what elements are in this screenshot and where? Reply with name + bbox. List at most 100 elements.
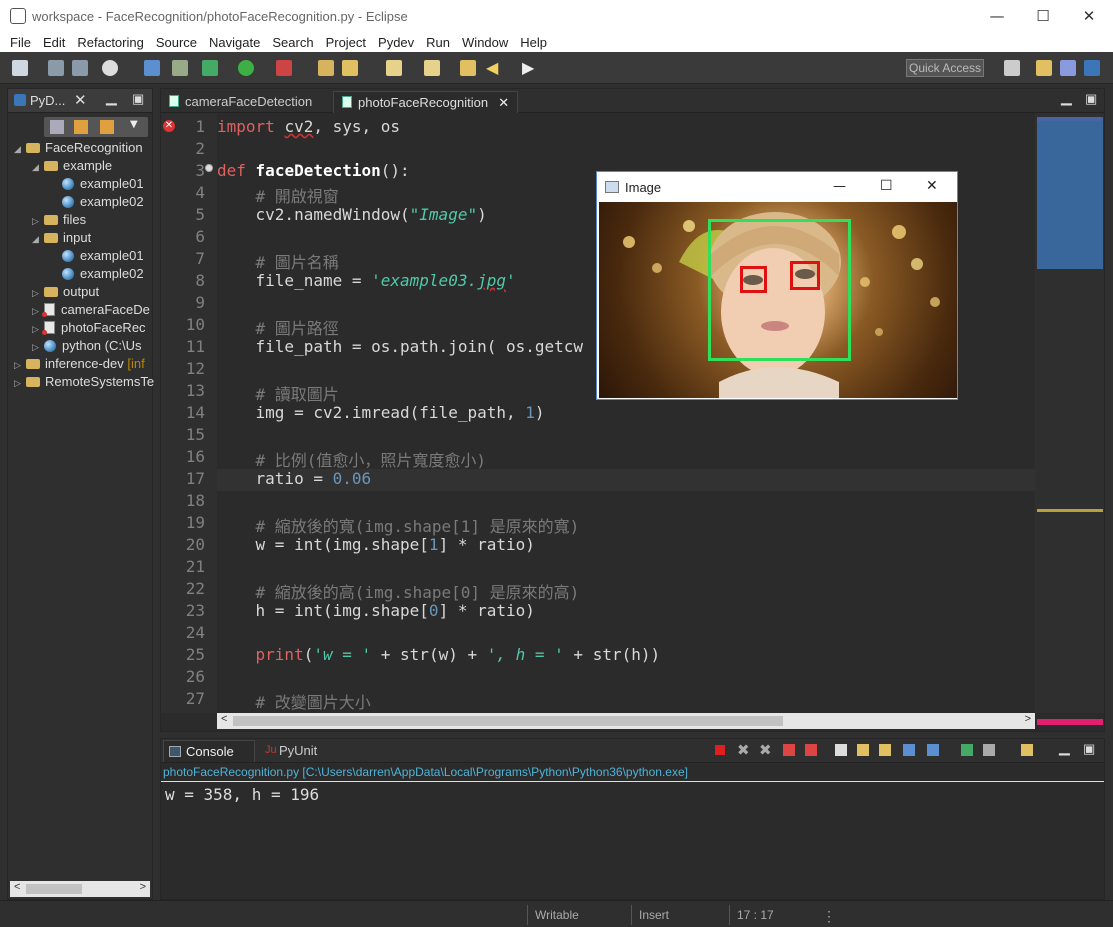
display-console-icon[interactable] [927, 744, 939, 756]
open-folder-icon[interactable] [318, 60, 334, 76]
tree-item[interactable]: ▷ cameraFaceDe [32, 301, 150, 319]
word-wrap-icon[interactable] [835, 744, 847, 756]
scroll-thumb[interactable] [26, 884, 82, 894]
console-icon[interactable] [144, 60, 160, 76]
quick-access-field[interactable]: Quick Access [906, 59, 984, 77]
close-button[interactable]: ✕ [1066, 0, 1112, 32]
next-icon[interactable] [100, 120, 114, 134]
editor-hscrollbar[interactable]: < > [217, 713, 1035, 729]
menu-run[interactable]: Run [426, 35, 450, 50]
menu-navigate[interactable]: Navigate [209, 35, 260, 50]
open-console-icon[interactable] [961, 744, 973, 756]
code-line[interactable]: # 圖片路徑 [217, 315, 339, 339]
overview-ruler[interactable] [1035, 113, 1104, 725]
clear-console-icon[interactable] [783, 744, 795, 756]
maximize-view-icon[interactable]: ▣ [132, 91, 144, 107]
tree-item[interactable]: ▷ files [32, 211, 86, 229]
link-editor-icon[interactable] [74, 120, 88, 134]
pen-icon[interactable] [342, 60, 358, 76]
tree-item[interactable]: ▷ python (C:\Us [32, 337, 141, 355]
tree-item[interactable]: example01 [50, 247, 144, 265]
tree-item[interactable]: ▷ output [32, 283, 99, 301]
editor-tab[interactable]: photoFaceRecognition ✕ [333, 91, 519, 113]
code-line[interactable]: # 縮放後的寬(img.shape[1] 是原來的寬) [217, 513, 580, 537]
expanded-arrow-icon[interactable]: ◢ [32, 159, 44, 175]
back-arrow-icon[interactable]: ◀ [486, 60, 502, 76]
menu-refactoring[interactable]: Refactoring [77, 35, 143, 50]
show-stdout-icon[interactable] [857, 744, 869, 756]
tree-item[interactable]: ◢ input [32, 229, 91, 247]
menu-pydev[interactable]: Pydev [378, 35, 414, 50]
scroll-right-icon[interactable]: > [1025, 713, 1031, 725]
close-tab-icon[interactable]: ✕ [494, 96, 509, 111]
expanded-arrow-icon[interactable]: ◢ [32, 231, 44, 247]
collapsed-arrow-icon[interactable]: ▷ [14, 375, 26, 391]
collapsed-arrow-icon[interactable]: ▷ [32, 339, 44, 355]
tree-item[interactable]: example02 [50, 193, 144, 211]
code-line[interactable]: cv2.namedWindow("Image") [217, 205, 487, 224]
editor-tab[interactable]: cameraFaceDetection [161, 91, 320, 113]
open-perspective-icon[interactable] [1004, 60, 1020, 76]
menu-source[interactable]: Source [156, 35, 197, 50]
close-tab-icon[interactable]: ✕ [74, 91, 87, 109]
menu-file[interactable]: File [10, 35, 31, 50]
code-line[interactable]: ratio = 0.06 [217, 469, 372, 488]
code-line[interactable]: # 圖片名稱 [217, 249, 339, 273]
menu-edit[interactable]: Edit [43, 35, 65, 50]
code-line[interactable]: h = int(img.shape[0] * ratio) [217, 601, 535, 620]
save-all-icon[interactable] [72, 60, 88, 76]
pin-console-icon[interactable] [903, 744, 915, 756]
new-console-icon[interactable] [1021, 744, 1033, 756]
image-close-button[interactable]: ✕ [926, 178, 938, 194]
scroll-thumb[interactable] [233, 716, 783, 726]
remove-launch-icon[interactable]: ✖ [737, 741, 750, 759]
code-line[interactable]: import cv2, sys, os [217, 117, 400, 136]
pyunit-tab-label[interactable]: PyUnit [279, 743, 317, 758]
collapsed-arrow-icon[interactable]: ▷ [32, 213, 44, 229]
code-line[interactable]: w = int(img.shape[1] * ratio) [217, 535, 535, 554]
tree-item[interactable]: ▷ photoFaceRec [32, 319, 146, 337]
minimize-editor-icon[interactable]: ▁ [1061, 89, 1072, 106]
maximize-console-icon[interactable]: ▣ [1083, 741, 1095, 757]
maximize-editor-icon[interactable]: ▣ [1085, 91, 1097, 107]
forward-arrow-icon[interactable]: ▶ [522, 60, 538, 76]
fold-marker-icon[interactable] [205, 164, 213, 172]
view-menu-icon[interactable]: ▼ [130, 119, 138, 130]
status-grip-icon[interactable]: ⋮ [822, 908, 836, 925]
collapse-all-icon[interactable] [50, 120, 64, 134]
perspective-java-icon[interactable] [1036, 60, 1052, 76]
collapsed-arrow-icon[interactable]: ▷ [14, 357, 26, 373]
build-icon[interactable] [172, 60, 188, 76]
minimize-view-icon[interactable]: ▁ [106, 89, 117, 106]
minimize-console-icon[interactable]: ▁ [1059, 739, 1070, 756]
maximize-button[interactable]: ☐ [1020, 0, 1066, 32]
image-maximize-button[interactable]: ☐ [880, 178, 893, 194]
scroll-lock-icon[interactable] [805, 744, 817, 756]
tree-item[interactable]: ◢ FaceRecognition [14, 139, 143, 157]
tree-item[interactable]: ◢ example [32, 157, 112, 175]
code-line[interactable]: # 開啟視窗 [217, 183, 339, 207]
scroll-left-icon[interactable]: < [14, 881, 20, 893]
save-icon[interactable] [48, 60, 64, 76]
menu-window[interactable]: Window [462, 35, 508, 50]
explorer-tab-label[interactable]: PyD... [30, 93, 65, 108]
scroll-right-icon[interactable]: > [140, 881, 146, 893]
perspective-python-icon[interactable] [1084, 60, 1100, 76]
expanded-arrow-icon[interactable]: ◢ [14, 141, 26, 157]
annotation-icon[interactable] [386, 60, 402, 76]
tree-item[interactable]: example02 [50, 265, 144, 283]
remove-all-icon[interactable]: ✖ [759, 741, 772, 759]
menu-search[interactable]: Search [272, 35, 313, 50]
console-tab[interactable]: Console [163, 740, 255, 762]
code-line[interactable]: print('w = ' + str(w) + ', h = ' + str(h… [217, 645, 661, 664]
menu-project[interactable]: Project [326, 35, 366, 50]
collapsed-arrow-icon[interactable]: ▷ [32, 285, 44, 301]
code-line[interactable]: # 縮放後的高(img.shape[0] 是原來的高) [217, 579, 580, 603]
code-line[interactable]: file_name = 'example03.jpg' [217, 271, 516, 290]
tree-item[interactable]: ▷ inference-dev [inf [14, 355, 145, 373]
explorer-hscrollbar[interactable]: < > [10, 881, 150, 897]
minimize-button[interactable]: — [974, 0, 1020, 32]
run-icon[interactable] [238, 60, 254, 76]
code-line[interactable]: # 比例(值愈小，照片寬度愈小) [217, 447, 487, 471]
last-edit-icon[interactable] [460, 60, 476, 76]
